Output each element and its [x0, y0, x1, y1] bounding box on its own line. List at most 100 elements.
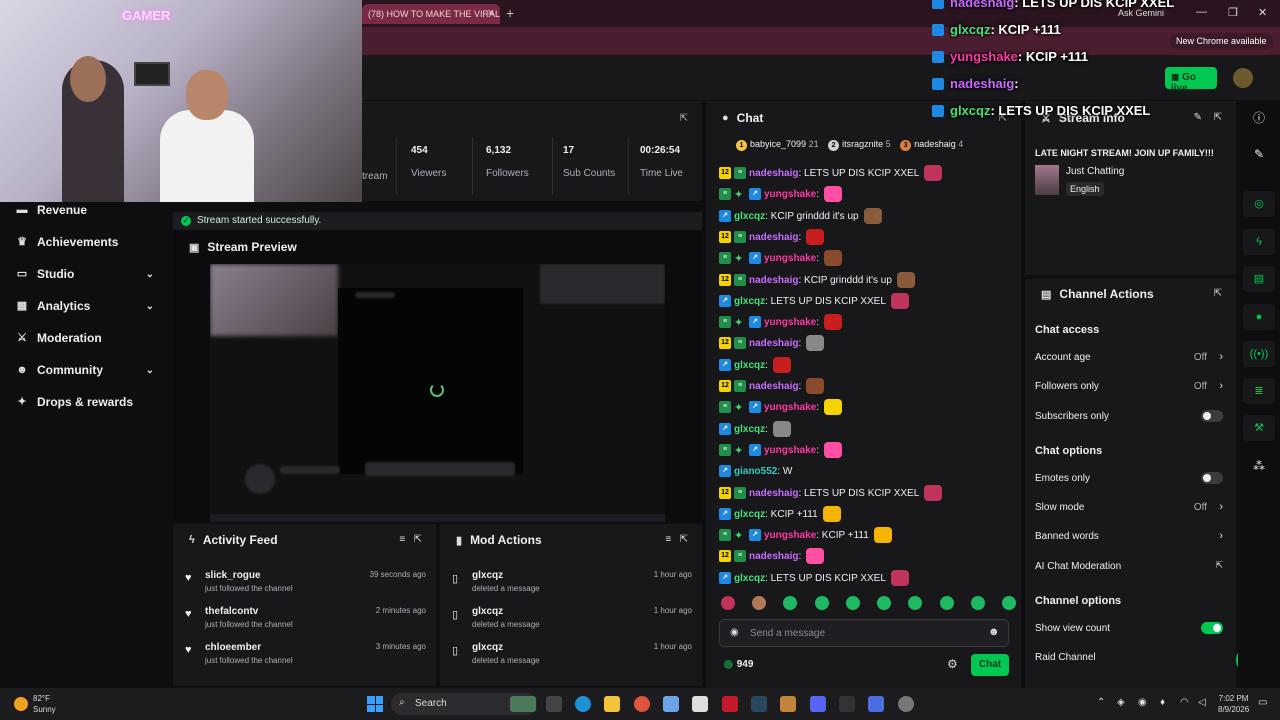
- popout-icon[interactable]: ⇱: [680, 534, 688, 545]
- tray-icon[interactable]: ◉: [1138, 697, 1147, 708]
- emote-icon[interactable]: [752, 596, 767, 610]
- sidebar-item-moderation[interactable]: ⚔ Moderation: [16, 327, 162, 349]
- leader-item[interactable]: 2 itsragznite 5: [828, 139, 891, 151]
- sidebar-item-revenue[interactable]: ▬ Revenue: [16, 199, 162, 221]
- windows-start-icon[interactable]: [367, 696, 383, 712]
- extensions-icon[interactable]: ⁂: [1243, 453, 1275, 479]
- chat-send-button[interactable]: Chat: [971, 654, 1009, 676]
- new-chrome-available-button[interactable]: New Chrome available: [1170, 33, 1273, 49]
- pencil-icon[interactable]: ✎: [1243, 141, 1275, 167]
- maximize-icon[interactable]: ❐: [1228, 6, 1238, 19]
- info-icon[interactable]: ⓘ: [1243, 105, 1275, 131]
- chat-input[interactable]: [719, 619, 1009, 647]
- emoji-icon[interactable]: ☻: [988, 626, 1000, 638]
- chat-username[interactable]: nadeshaig: [749, 551, 798, 562]
- banned-words-row[interactable]: Banned words ›: [1035, 530, 1223, 549]
- chat-username[interactable]: nadeshaig: [749, 232, 798, 243]
- emote-icon[interactable]: [1001, 596, 1016, 610]
- discord-icon[interactable]: [810, 696, 826, 712]
- raid-channel-row[interactable]: Raid Channel: [1035, 652, 1223, 670]
- emote-icon[interactable]: [939, 596, 954, 610]
- chat-username[interactable]: glxcqz: [734, 296, 765, 307]
- microphone-icon[interactable]: ♦: [1160, 697, 1165, 708]
- emote-icon[interactable]: [845, 596, 860, 610]
- activity-user[interactable]: chloeember: [205, 642, 261, 653]
- copilot-icon[interactable]: [663, 696, 679, 712]
- chat-username[interactable]: yungshake: [764, 253, 816, 264]
- show-view-count-toggle[interactable]: [1201, 622, 1223, 634]
- sidebar-item-analytics[interactable]: ▦ Analytics ⌄: [16, 295, 162, 317]
- mod-user[interactable]: glxcqz: [472, 606, 503, 617]
- chat-username[interactable]: glxcqz: [734, 360, 765, 371]
- new-tab-icon[interactable]: +: [506, 5, 514, 21]
- slow-mode-row[interactable]: Slow mode Off ›: [1035, 501, 1223, 520]
- app-icon[interactable]: [898, 696, 914, 712]
- emote-icon[interactable]: [908, 596, 923, 610]
- wrench-icon[interactable]: ⚒: [1243, 415, 1275, 441]
- followers-only-row[interactable]: Followers only Off ›: [1035, 380, 1223, 399]
- weather-widget[interactable]: 82°F Sunny: [33, 693, 56, 715]
- chat-username[interactable]: glxcqz: [734, 211, 765, 222]
- account-age-row[interactable]: Account age Off ›: [1035, 351, 1223, 370]
- document-icon[interactable]: ▤: [1243, 266, 1275, 292]
- store-icon[interactable]: [692, 696, 708, 712]
- app-icon[interactable]: [839, 696, 855, 712]
- broadcast-icon[interactable]: ((•)): [1243, 341, 1275, 367]
- mod-user[interactable]: glxcqz: [472, 570, 503, 581]
- popout-icon[interactable]: ⇱: [680, 113, 688, 124]
- game-icon[interactable]: [780, 696, 796, 712]
- chat-username[interactable]: yungshake: [764, 317, 816, 328]
- close-window-icon[interactable]: ✕: [1258, 6, 1267, 19]
- filter-icon[interactable]: ≡: [665, 534, 671, 545]
- activity-user[interactable]: thefalcontv: [205, 606, 258, 617]
- list-icon[interactable]: ≣: [1243, 378, 1275, 404]
- sidebar-item-community[interactable]: ☻ Community ⌄: [16, 359, 162, 381]
- volume-icon[interactable]: ◁: [1198, 697, 1206, 708]
- emote-icon[interactable]: [783, 596, 798, 610]
- chevron-up-icon[interactable]: ⌃: [1097, 697, 1105, 708]
- user-avatar[interactable]: [1233, 68, 1253, 88]
- wifi-icon[interactable]: ◠: [1180, 697, 1189, 708]
- chat-username[interactable]: giano552: [734, 466, 777, 477]
- chat-username[interactable]: glxcqz: [734, 509, 765, 520]
- emote-icon[interactable]: [814, 596, 829, 610]
- clock[interactable]: 7:02 PM 8/9/2026: [1218, 693, 1249, 715]
- leader-item[interactable]: 1 babyice_7099 21: [736, 139, 819, 151]
- chat-username[interactable]: nadeshaig: [749, 275, 798, 286]
- leader-item[interactable]: 3 nadeshaig 4: [900, 139, 963, 151]
- chat-username[interactable]: nadeshaig: [749, 381, 798, 392]
- notification-icon[interactable]: ▭: [1258, 697, 1267, 708]
- chat-username[interactable]: glxcqz: [734, 573, 765, 584]
- camera-focus-icon[interactable]: ◎: [1243, 191, 1275, 217]
- tray-icon[interactable]: ◈: [1117, 697, 1125, 708]
- emotes-only-toggle[interactable]: [1201, 472, 1223, 484]
- chat-username[interactable]: yungshake: [764, 445, 816, 456]
- emote-icon[interactable]: [721, 596, 735, 610]
- edge-icon[interactable]: [575, 696, 591, 712]
- chat-username[interactable]: yungshake: [764, 189, 816, 200]
- activity-user[interactable]: slick_rogue: [205, 570, 261, 581]
- close-tab-icon[interactable]: ×: [488, 7, 494, 19]
- popout-icon[interactable]: ⇱: [1214, 288, 1222, 299]
- emote-icon[interactable]: [970, 596, 985, 610]
- emote-icon[interactable]: [877, 596, 892, 610]
- chat-bubble-icon[interactable]: ●: [1243, 304, 1275, 330]
- browser-tab[interactable]: (78) HOW TO MAKE THE VIRAL ×: [362, 4, 500, 24]
- mod-user[interactable]: glxcqz: [472, 642, 503, 653]
- app-icon[interactable]: [868, 696, 884, 712]
- adobe-icon[interactable]: [722, 696, 738, 712]
- gear-icon[interactable]: ⚙: [947, 657, 958, 671]
- chat-username[interactable]: yungshake: [764, 402, 816, 413]
- minimize-icon[interactable]: —: [1196, 6, 1207, 18]
- chat-username[interactable]: glxcqz: [734, 424, 765, 435]
- address-bar[interactable]: [362, 27, 1280, 55]
- steam-icon[interactable]: [751, 696, 767, 712]
- channel-points[interactable]: ◎ 949: [724, 659, 753, 670]
- sidebar-item-drops-rewards[interactable]: ✦ Drops & rewards: [16, 391, 162, 413]
- chat-username[interactable]: nadeshaig: [749, 338, 798, 349]
- chat-username[interactable]: nadeshaig: [749, 168, 798, 179]
- file-explorer-icon[interactable]: [604, 696, 620, 712]
- subscribers-only-toggle[interactable]: [1201, 410, 1223, 422]
- chat-username[interactable]: yungshake: [764, 530, 816, 541]
- sidebar-item-studio[interactable]: ▭ Studio ⌄: [16, 263, 162, 285]
